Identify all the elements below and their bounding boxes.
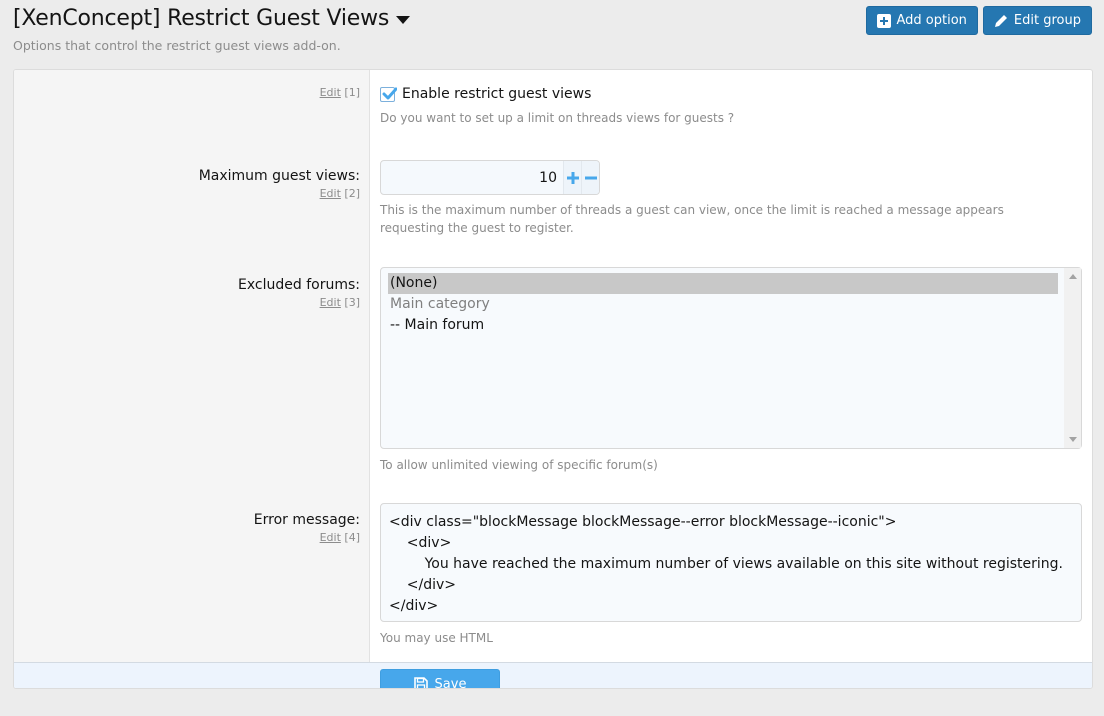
caret-down-icon[interactable]: [396, 15, 411, 24]
option-explain: You may use HTML: [380, 631, 493, 645]
edit-link[interactable]: Edit: [320, 187, 341, 200]
checkbox[interactable]: [380, 86, 397, 102]
option-label: Error message:: [253, 512, 360, 528]
label-cell: Excluded forums: Edit [3]: [238, 277, 360, 309]
input-cell: (None) Main category -- Main forum To al…: [380, 267, 1084, 474]
page-description: Options that control the restrict guest …: [13, 38, 341, 53]
edit-hint: Edit [4]: [254, 531, 360, 544]
label-column: [14, 70, 370, 662]
scroll-down-icon[interactable]: [1069, 437, 1077, 442]
select-option[interactable]: (None): [388, 273, 1058, 294]
floppy-disk-icon: [413, 677, 428, 688]
option-label: Maximum guest views:: [198, 168, 360, 184]
display-order: [3]: [344, 296, 360, 309]
label-cell: Error message: Edit [4]: [254, 512, 360, 544]
add-option-label: Add option: [896, 13, 967, 28]
checkbox-label: Enable restrict guest views: [402, 86, 592, 102]
input-cell: This is the maximum number of threads a …: [380, 160, 1084, 237]
edit-link[interactable]: Edit: [320, 86, 341, 99]
checkmark-icon: [382, 87, 397, 99]
display-order: [1]: [344, 86, 360, 99]
edit-group-button[interactable]: Edit group: [982, 6, 1092, 35]
select-option: Main category: [390, 296, 490, 312]
option-explain: Do you want to set up a limit on threads…: [380, 111, 735, 125]
option-label: Excluded forums:: [238, 277, 360, 293]
edit-link[interactable]: Edit: [320, 531, 341, 544]
label-cell: Edit [1]: [320, 86, 360, 99]
save-label: Save: [434, 676, 467, 689]
page-title: [XenConcept] Restrict Guest Views: [13, 6, 390, 31]
pencil-icon: [994, 14, 1007, 27]
add-option-button[interactable]: Add option: [865, 6, 978, 35]
header-buttons: Add option Edit group: [865, 6, 1092, 35]
input-cell: <div class="blockMessage blockMessage--e…: [380, 503, 1084, 647]
increment-button[interactable]: [563, 161, 581, 194]
scroll-up-icon[interactable]: [1069, 274, 1077, 279]
select-option[interactable]: -- Main forum: [388, 315, 1058, 336]
edit-group-label: Edit group: [1013, 13, 1081, 28]
plus-icon: [566, 171, 579, 184]
minus-icon: [584, 176, 597, 179]
input-cell: Enable restrict guest views Do you want …: [380, 86, 1084, 127]
save-button[interactable]: Save: [380, 669, 500, 689]
decrement-button[interactable]: [581, 161, 599, 194]
option-explain: To allow unlimited viewing of specific f…: [380, 458, 658, 472]
form-footer: Save: [14, 662, 1092, 689]
edit-hint: Edit [1]: [320, 86, 360, 99]
edit-hint: Edit [3]: [238, 296, 360, 309]
max-views-input[interactable]: [381, 161, 563, 194]
plus-square-icon: [876, 13, 891, 28]
enable-restrict-checkbox[interactable]: Enable restrict guest views: [380, 86, 1084, 102]
options-block: Edit [1] Enable restrict guest views Do …: [13, 69, 1093, 689]
excluded-forums-select[interactable]: (None) Main category -- Main forum: [380, 267, 1082, 449]
error-message-textarea[interactable]: <div class="blockMessage blockMessage--e…: [380, 503, 1082, 622]
display-order: [4]: [344, 531, 360, 544]
max-views-stepper: [380, 160, 600, 195]
display-order: [2]: [344, 187, 360, 200]
option-explain: This is the maximum number of threads a …: [380, 203, 1004, 235]
label-cell: Maximum guest views: Edit [2]: [199, 168, 360, 200]
edit-link[interactable]: Edit: [320, 296, 341, 309]
scrollbar[interactable]: [1064, 268, 1081, 448]
edit-hint: Edit [2]: [199, 187, 360, 200]
